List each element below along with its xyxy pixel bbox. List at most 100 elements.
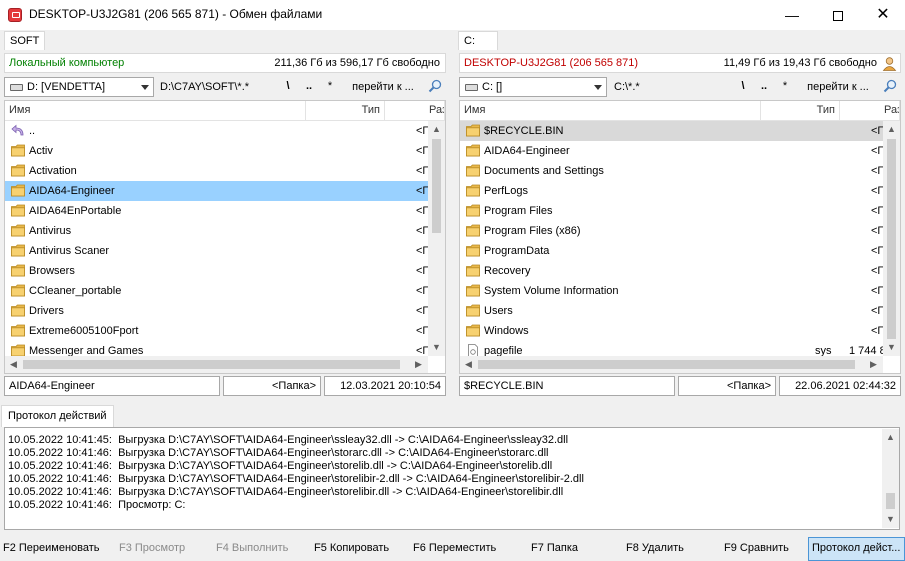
scroll-thumb[interactable] [886, 493, 895, 509]
right-list-item[interactable]: Users <Г [460, 301, 883, 321]
log-vscrollbar[interactable]: ▲ ▼ [882, 429, 899, 528]
left-list-item[interactable]: AIDA64-Engineer <Г [5, 181, 428, 201]
f7-folder-button[interactable]: F7 Папка [531, 538, 578, 560]
search-icon[interactable] [428, 79, 442, 93]
right-drive-select[interactable]: C: [] [459, 77, 607, 97]
right-list-item[interactable]: $RECYCLE.BIN <Г [460, 121, 883, 141]
right-list-item[interactable]: PerfLogs <Г [460, 181, 883, 201]
left-path-field[interactable]: D:\C7AY\SOFT\*.* [160, 81, 249, 93]
right-col-type[interactable]: Тип [761, 101, 840, 121]
left-list-item[interactable]: Browsers <Г [5, 261, 428, 281]
left-panel-tab[interactable]: SOFT [4, 31, 46, 50]
right-vscrollbar[interactable]: ▲ ▼ [883, 121, 900, 356]
title-bar: DESKTOP-U3J2G81 (206 565 871) - Обмен фа… [0, 0, 905, 30]
right-col-name[interactable]: Имя [460, 101, 761, 121]
item-name: AIDA64-Engineer [29, 185, 115, 197]
item-name: Extreme6005100Fport [29, 325, 139, 337]
f9-compare-button[interactable]: F9 Сравнить [724, 538, 789, 560]
left-all-button[interactable]: * [325, 80, 335, 92]
left-list-item[interactable]: Activ <Г [5, 141, 428, 161]
scroll-up-icon[interactable]: ▲ [883, 121, 900, 138]
f6-move-button[interactable]: F6 Переместить [413, 538, 496, 560]
log-line: 10.05.2022 10:41:46: Просмотр: C: [8, 499, 186, 511]
left-drive-select[interactable]: D: [VENDETTA] [4, 77, 154, 97]
scroll-down-icon[interactable]: ▼ [882, 511, 899, 528]
folder-icon [11, 304, 25, 317]
item-name: Recovery [484, 265, 531, 277]
scroll-left-icon[interactable]: ◀ [5, 356, 22, 373]
left-list-item[interactable]: Antivirus <Г [5, 221, 428, 241]
hscroll-thumb[interactable] [23, 360, 400, 369]
scroll-left-icon[interactable]: ◀ [460, 356, 477, 373]
right-list-item[interactable]: Windows <Г [460, 321, 883, 341]
right-list-item[interactable]: System Volume Information <Г [460, 281, 883, 301]
folder-icon [11, 244, 25, 257]
item-type: <Г [416, 165, 429, 177]
scroll-thumb[interactable] [432, 139, 441, 233]
left-col-type[interactable]: Тип [306, 101, 385, 121]
left-hscrollbar[interactable]: ◀ ▶ [5, 356, 428, 373]
left-root-button[interactable]: \ [283, 80, 293, 92]
left-list-item[interactable]: AIDA64EnPortable <Г [5, 201, 428, 221]
right-goto-button[interactable]: перейти к ... [802, 81, 874, 93]
f3-view-button[interactable]: F3 Просмотр [119, 538, 185, 560]
log-toggle-button[interactable]: Протокол дейст... [808, 537, 905, 561]
scroll-down-icon[interactable]: ▼ [883, 339, 900, 356]
log-tab[interactable]: Протокол действий [1, 405, 114, 427]
right-root-button[interactable]: \ [738, 80, 748, 92]
f2-rename-button[interactable]: F2 Переименовать [3, 538, 100, 560]
right-file-list[interactable]: Имя Тип Раз $RECYCLE.BIN<ГAIDA64-Enginee… [459, 100, 901, 374]
right-list-item[interactable]: ProgramData <Г [460, 241, 883, 261]
right-col-size[interactable]: Раз [840, 101, 900, 121]
right-list-item[interactable]: Documents and Settings <Г [460, 161, 883, 181]
item-type: <Г [871, 305, 884, 317]
close-button[interactable]: ✕ [860, 0, 905, 30]
scroll-down-icon[interactable]: ▼ [428, 339, 445, 356]
item-type: <Г [871, 205, 884, 217]
item-type: <Г [871, 285, 884, 297]
left-file-list[interactable]: Имя Тип Раз ..<ГActiv<ГActivation<ГAIDA6… [4, 100, 446, 374]
scroll-up-icon[interactable]: ▲ [428, 121, 445, 138]
right-panel-tab[interactable]: C: [458, 31, 498, 50]
minimize-button[interactable]: — [769, 0, 815, 30]
f4-execute-button[interactable]: F4 Выполнить [216, 538, 288, 560]
maximize-button[interactable] [815, 0, 861, 30]
left-list-item[interactable]: .. <Г [5, 121, 428, 141]
left-col-name[interactable]: Имя [5, 101, 306, 121]
scroll-right-icon[interactable]: ▶ [865, 356, 882, 373]
left-vscrollbar[interactable]: ▲ ▼ [428, 121, 445, 356]
left-list-item[interactable]: Extreme6005100Fport <Г [5, 321, 428, 341]
right-list-item[interactable]: AIDA64-Engineer <Г [460, 141, 883, 161]
scroll-up-icon[interactable]: ▲ [882, 429, 899, 446]
f8-delete-button[interactable]: F8 Удалить [626, 538, 684, 560]
right-list-item[interactable]: Program Files <Г [460, 201, 883, 221]
item-name: Program Files (x86) [484, 225, 581, 237]
folder-icon [466, 124, 480, 137]
left-list-item[interactable]: CCleaner_portable <Г [5, 281, 428, 301]
item-name: Users [484, 305, 513, 317]
item-name: CCleaner_portable [29, 285, 122, 297]
left-up-button[interactable]: .. [303, 80, 315, 92]
left-list-item[interactable]: Activation <Г [5, 161, 428, 181]
left-list-item[interactable]: Antivirus Scaner <Г [5, 241, 428, 261]
right-list-item[interactable]: Program Files (x86) <Г [460, 221, 883, 241]
right-list-item[interactable]: Recovery <Г [460, 261, 883, 281]
scroll-thumb[interactable] [887, 139, 896, 339]
right-hscrollbar[interactable]: ◀ ▶ [460, 356, 883, 373]
left-goto-button[interactable]: перейти к ... [347, 81, 419, 93]
right-up-button[interactable]: .. [758, 80, 770, 92]
right-all-button[interactable]: * [780, 80, 790, 92]
left-list-item[interactable]: Drivers <Г [5, 301, 428, 321]
item-name: Documents and Settings [484, 165, 604, 177]
left-col-size[interactable]: Раз [385, 101, 445, 121]
item-name: Windows [484, 325, 529, 337]
scroll-right-icon[interactable]: ▶ [410, 356, 427, 373]
right-path-field[interactable]: C:\*.* [614, 81, 640, 93]
drive-icon [465, 84, 478, 91]
folder-icon [11, 204, 25, 217]
folder-icon [466, 264, 480, 277]
search-icon[interactable] [883, 79, 897, 93]
f5-copy-button[interactable]: F5 Копировать [314, 538, 389, 560]
hscroll-thumb[interactable] [478, 360, 855, 369]
log-area[interactable]: 10.05.2022 10:41:45: Выгрузка D:\C7AY\SO… [4, 427, 900, 530]
